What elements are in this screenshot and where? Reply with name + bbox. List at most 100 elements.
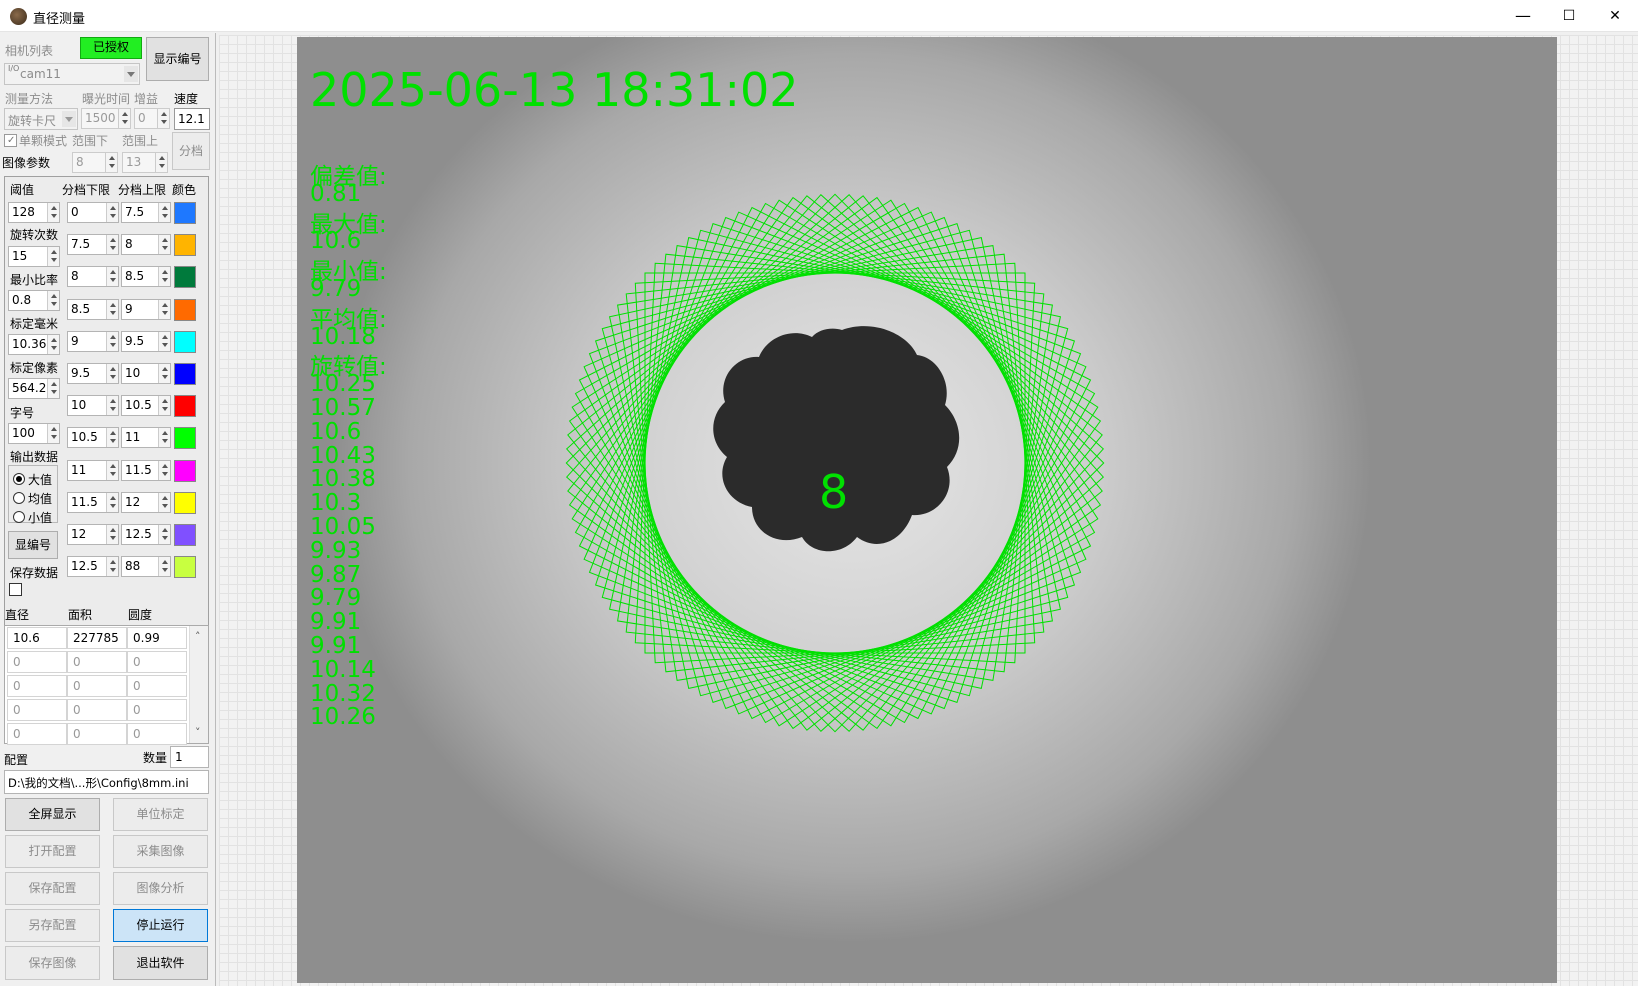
grade-color-swatch[interactable] xyxy=(174,460,196,482)
stepper-arrows-icon[interactable] xyxy=(106,203,118,222)
stepper-arrows-icon[interactable] xyxy=(158,300,170,319)
grade-high-stepper[interactable]: 10.5 xyxy=(121,395,171,416)
camera-select[interactable]: I/O cam11 xyxy=(4,63,140,85)
stepper-arrows-icon[interactable] xyxy=(155,153,167,172)
stepper-arrows-icon[interactable] xyxy=(106,428,118,447)
grade-high-stepper[interactable]: 88 xyxy=(121,556,171,577)
grade-color-swatch[interactable] xyxy=(174,395,196,417)
output-avg-radio[interactable] xyxy=(13,492,25,504)
stepper-arrows-icon[interactable] xyxy=(158,235,170,254)
grade-low-stepper[interactable]: 9 xyxy=(67,331,119,352)
stepper-arrows-icon[interactable] xyxy=(106,300,118,319)
open-config-button[interactable]: 打开配置 xyxy=(5,835,100,868)
grade-low-stepper[interactable]: 10.5 xyxy=(67,427,119,448)
grade-color-swatch[interactable] xyxy=(174,363,196,385)
font-size-stepper[interactable]: 100 xyxy=(8,423,60,444)
stepper-arrows-icon[interactable] xyxy=(106,493,118,512)
exposure-stepper[interactable]: 1500 xyxy=(81,108,131,129)
grade-high-stepper[interactable]: 11.5 xyxy=(121,460,171,481)
min-ratio-stepper[interactable]: 0.8 xyxy=(8,290,60,311)
stepper-arrows-icon[interactable] xyxy=(158,557,170,576)
grade-high-stepper[interactable]: 11 xyxy=(121,427,171,448)
stepper-arrows-icon[interactable] xyxy=(158,267,170,286)
close-button[interactable]: ✕ xyxy=(1592,0,1638,32)
grade-low-stepper[interactable]: 7.5 xyxy=(67,234,119,255)
grade-high-stepper[interactable]: 10 xyxy=(121,363,171,384)
stepper-arrows-icon[interactable] xyxy=(47,335,59,354)
grade-low-stepper[interactable]: 8 xyxy=(67,266,119,287)
analyze-image-button[interactable]: 图像分析 xyxy=(113,872,208,905)
threshold-stepper[interactable]: 128 xyxy=(8,202,60,223)
stepper-arrows-icon[interactable] xyxy=(158,525,170,544)
save-as-config-button[interactable]: 另存配置 xyxy=(5,909,100,942)
calib-mm-stepper[interactable]: 10.36 xyxy=(8,334,60,355)
exit-software-button[interactable]: 退出软件 xyxy=(113,946,208,980)
stepper-arrows-icon[interactable] xyxy=(106,235,118,254)
grade-color-swatch[interactable] xyxy=(174,202,196,224)
config-path-field[interactable]: D:\我的文档\...形\Config\8mm.ini xyxy=(4,770,209,794)
camera-image[interactable]: 2025-06-13 18:31:02 8 偏差值: 0.81 最大值: 10.6 最小… xyxy=(297,37,1557,983)
stepper-arrows-icon[interactable] xyxy=(118,109,130,128)
output-min-radio[interactable] xyxy=(13,511,25,523)
stepper-arrows-icon[interactable] xyxy=(157,109,169,128)
stepper-arrows-icon[interactable] xyxy=(106,267,118,286)
capture-image-button[interactable]: 采集图像 xyxy=(113,835,208,868)
grade-color-swatch[interactable] xyxy=(174,556,196,578)
count-field[interactable]: 1 xyxy=(170,746,209,768)
minimize-button[interactable]: — xyxy=(1500,0,1546,32)
grade-high-stepper[interactable]: 9.5 xyxy=(121,331,171,352)
grade-color-swatch[interactable] xyxy=(174,331,196,353)
stepper-arrows-icon[interactable] xyxy=(106,332,118,351)
stepper-arrows-icon[interactable] xyxy=(158,364,170,383)
grade-low-stepper[interactable]: 10 xyxy=(67,395,119,416)
stepper-arrows-icon[interactable] xyxy=(158,493,170,512)
grade-color-swatch[interactable] xyxy=(174,266,196,288)
stepper-arrows-icon[interactable] xyxy=(47,291,59,310)
stepper-arrows-icon[interactable] xyxy=(47,424,59,443)
rotation-stepper[interactable]: 15 xyxy=(8,246,60,267)
grade-high-stepper[interactable]: 7.5 xyxy=(121,202,171,223)
stepper-arrows-icon[interactable] xyxy=(106,525,118,544)
grade-low-stepper[interactable]: 12 xyxy=(67,524,119,545)
fullscreen-button[interactable]: 全屏显示 xyxy=(5,798,100,831)
unit-calibrate-button[interactable]: 单位标定 xyxy=(113,798,208,831)
save-image-button[interactable]: 保存图像 xyxy=(5,946,100,980)
grade-color-swatch[interactable] xyxy=(174,427,196,449)
gain-stepper[interactable]: 0 xyxy=(134,108,170,129)
calib-px-stepper[interactable]: 564.2 xyxy=(8,378,60,399)
grade-high-stepper[interactable]: 12 xyxy=(121,492,171,513)
stepper-arrows-icon[interactable] xyxy=(106,461,118,480)
show-number-button[interactable]: 显示编号 xyxy=(146,37,209,81)
grade-low-stepper[interactable]: 9.5 xyxy=(67,363,119,384)
stepper-arrows-icon[interactable] xyxy=(105,153,117,172)
grade-color-swatch[interactable] xyxy=(174,234,196,256)
stepper-arrows-icon[interactable] xyxy=(106,557,118,576)
grade-color-swatch[interactable] xyxy=(174,524,196,546)
stepper-arrows-icon[interactable] xyxy=(47,247,59,266)
stepper-arrows-icon[interactable] xyxy=(158,428,170,447)
save-data-checkbox[interactable] xyxy=(9,583,22,596)
grade-high-stepper[interactable]: 9 xyxy=(121,299,171,320)
grade-high-stepper[interactable]: 8.5 xyxy=(121,266,171,287)
stepper-arrows-icon[interactable] xyxy=(106,364,118,383)
range-low-stepper[interactable]: 8 xyxy=(72,152,118,173)
stop-running-button[interactable]: 停止运行 xyxy=(113,909,208,942)
grade-high-stepper[interactable]: 8 xyxy=(121,234,171,255)
output-max-radio[interactable] xyxy=(13,473,25,485)
stepper-arrows-icon[interactable] xyxy=(158,332,170,351)
grade-low-stepper[interactable]: 12.5 xyxy=(67,556,119,577)
grade-color-swatch[interactable] xyxy=(174,492,196,514)
stepper-arrows-icon[interactable] xyxy=(158,396,170,415)
grade-low-stepper[interactable]: 8.5 xyxy=(67,299,119,320)
maximize-button[interactable]: ☐ xyxy=(1546,0,1592,32)
chevron-down-icon[interactable]: ˅ xyxy=(195,726,201,739)
grade-high-stepper[interactable]: 12.5 xyxy=(121,524,171,545)
range-high-stepper[interactable]: 13 xyxy=(122,152,168,173)
grade-color-swatch[interactable] xyxy=(174,299,196,321)
grade-low-stepper[interactable]: 0 xyxy=(67,202,119,223)
grade-button[interactable]: 分档 xyxy=(172,132,210,170)
stepper-arrows-icon[interactable] xyxy=(47,203,59,222)
stepper-arrows-icon[interactable] xyxy=(158,461,170,480)
chevron-up-icon[interactable]: ˄ xyxy=(195,630,201,643)
grade-low-stepper[interactable]: 11 xyxy=(67,460,119,481)
